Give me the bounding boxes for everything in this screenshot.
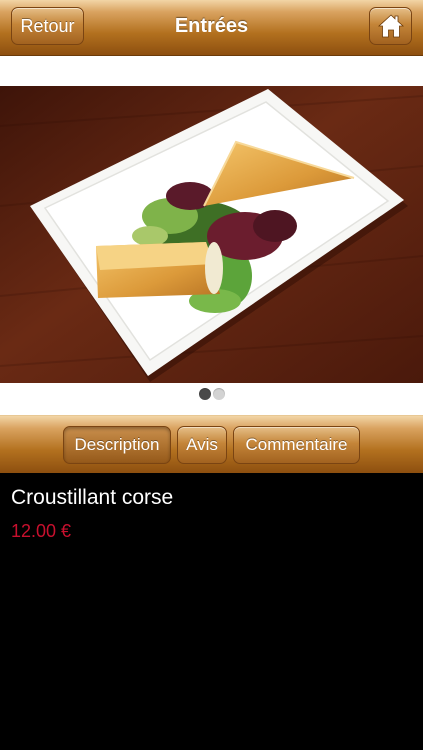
tab-description[interactable]: Description (63, 426, 171, 464)
dish-name: Croustillant corse (11, 486, 174, 509)
page-title: Entrées (174, 15, 249, 37)
segmented-tab-bar: Description Avis Commentaire (0, 415, 423, 473)
tab-commentaire[interactable]: Commentaire (233, 426, 360, 464)
description-panel: Croustillant corse 12.00 € (0, 473, 423, 750)
tab-avis[interactable]: Avis (177, 426, 227, 464)
photo-gallery[interactable] (0, 56, 423, 415)
dish-price: 12.00 € (11, 521, 72, 541)
page-indicator[interactable] (0, 388, 423, 402)
home-button[interactable] (369, 7, 412, 45)
dish-photo (0, 86, 423, 383)
page-dot-2[interactable] (212, 388, 225, 400)
page-dot-1[interactable] (198, 388, 211, 400)
home-icon (377, 14, 405, 38)
back-button[interactable]: Retour (11, 7, 84, 45)
navigation-bar: Retour Entrées (0, 0, 423, 56)
